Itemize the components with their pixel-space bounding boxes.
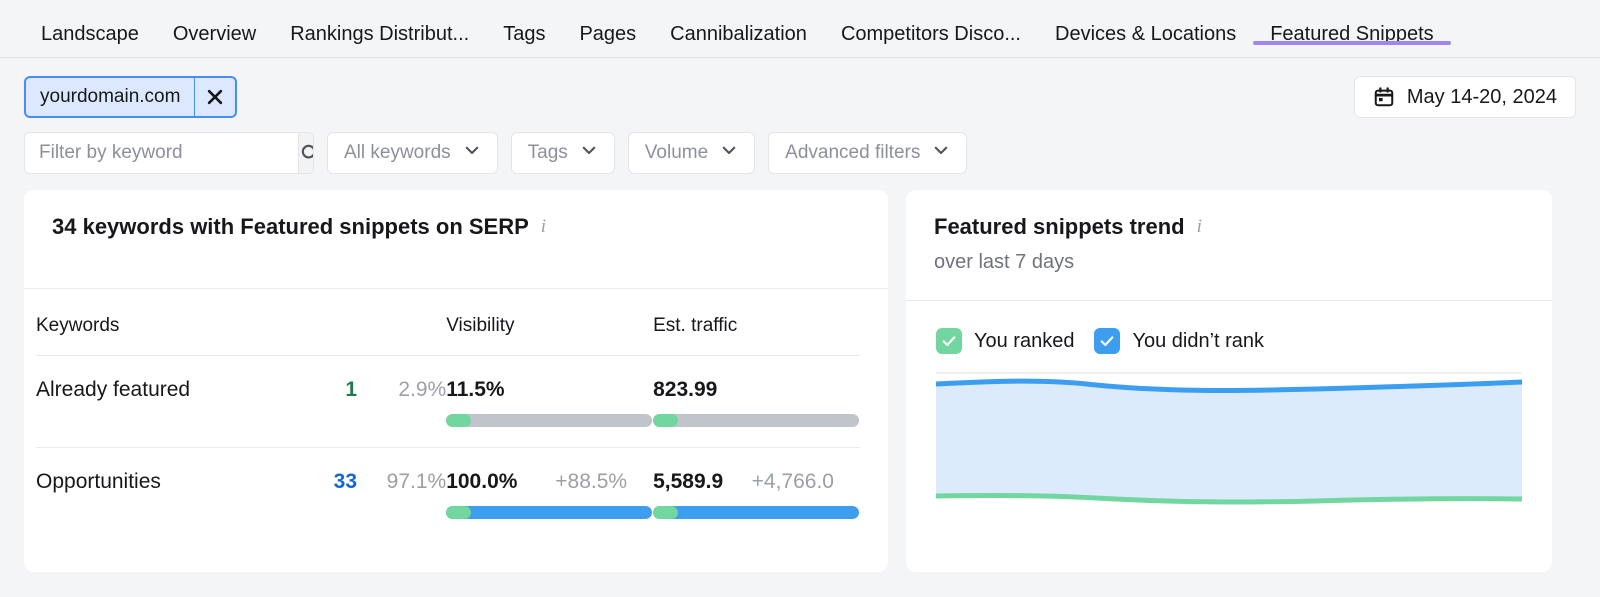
left-card-header: 34 keywords with Featured snippets on SE…	[24, 190, 888, 240]
nav-tab-tags[interactable]: Tags	[486, 0, 562, 44]
row-label-opportunities: Opportunities	[36, 470, 161, 493]
nav-tab-rankings-distribution[interactable]: Rankings Distribut...	[273, 0, 486, 44]
column-header-visibility: Visibility	[446, 315, 515, 336]
right-card-header: Featured snippets trend i over last 7 da…	[906, 190, 1552, 274]
row-visibility: 11.5%	[446, 378, 653, 427]
keywords-featured-snippets-card: 34 keywords with Featured snippets on SE…	[24, 190, 888, 572]
row-visibility-value: 100.0%	[446, 470, 518, 493]
table-row[interactable]: Already featured 1 2.9% 11.5% 823.99	[24, 356, 888, 437]
filter-bar: yourdomain.com May 14-20, 2024 Filter by…	[0, 58, 1600, 174]
page-title: 34 keywords with Featured snippets on SE…	[52, 214, 860, 240]
checkbox-checked-icon[interactable]	[1094, 328, 1121, 354]
row-traffic-value: 5,589.9	[653, 470, 724, 493]
chart-legend: You ranked You didn’t rank	[906, 301, 1552, 354]
traffic-progress-bar	[653, 414, 860, 427]
nav-tab-cannibalization[interactable]: Cannibalization	[653, 0, 824, 44]
column-header-count	[304, 289, 358, 333]
row-count[interactable]: 33	[304, 470, 357, 494]
row-share: 97.1%	[386, 470, 447, 493]
chevron-down-icon	[720, 141, 738, 165]
trend-title: Featured snippets trend i	[934, 214, 1524, 240]
featured-snippets-trend-chart	[936, 371, 1522, 511]
column-header-keywords: Keywords	[36, 315, 120, 336]
info-icon[interactable]: i	[541, 216, 546, 238]
row-est-traffic: 823.99	[653, 378, 860, 427]
nav-tab-landscape[interactable]: Landscape	[24, 0, 156, 44]
primary-nav: Landscape Overview Rankings Distribut...…	[0, 0, 1600, 58]
legend-item-you-didnt-rank[interactable]: You didn’t rank	[1094, 328, 1264, 354]
visibility-progress-bar	[446, 506, 653, 519]
dropdown-tags[interactable]: Tags	[510, 132, 615, 174]
dropdown-volume-label: Volume	[644, 142, 709, 163]
chevron-down-icon	[580, 141, 598, 165]
column-header-est-traffic: Est. traffic	[653, 315, 738, 336]
domain-chip-label: yourdomain.com	[26, 78, 196, 116]
legend-label-you-ranked: You ranked	[974, 329, 1075, 352]
filter-controls: All keywords Tags Volume	[24, 132, 1576, 174]
table-body: Already featured 1 2.9% 11.5% 823.99 Opp…	[24, 356, 888, 529]
close-icon[interactable]	[195, 78, 235, 116]
nav-tab-featured-snippets[interactable]: Featured Snippets	[1253, 0, 1452, 45]
trend-title-text: Featured snippets trend	[934, 214, 1185, 239]
search-input[interactable]	[25, 133, 298, 173]
featured-snippets-trend-card: Featured snippets trend i over last 7 da…	[906, 190, 1552, 572]
table-header-row: Keywords Visibility Est. traffic	[24, 289, 888, 355]
checkbox-checked-icon[interactable]	[936, 328, 962, 354]
row-visibility: 100.0% +88.5%	[446, 470, 653, 519]
row-traffic-delta: +4,766.0	[751, 470, 834, 493]
calendar-icon	[1373, 86, 1395, 108]
dropdown-all-keywords[interactable]: All keywords	[327, 132, 498, 174]
table-row[interactable]: Opportunities 33 97.1% 100.0% +88.5% 5,5…	[24, 448, 888, 529]
chevron-down-icon	[932, 141, 950, 165]
row-est-traffic: 5,589.9 +4,766.0	[653, 470, 860, 519]
row-visibility-value: 11.5%	[446, 378, 505, 401]
dropdown-advanced-filters-label: Advanced filters	[785, 142, 921, 163]
left-card-title-text: 34 keywords with Featured snippets on SE…	[52, 214, 529, 239]
traffic-progress-bar	[653, 506, 860, 519]
row-traffic-value: 823.99	[653, 378, 718, 401]
keyword-filter[interactable]	[24, 132, 314, 174]
dropdown-advanced-filters[interactable]: Advanced filters	[768, 132, 968, 174]
row-label-already-featured: Already featured	[36, 378, 191, 401]
nav-tab-devices-locations[interactable]: Devices & Locations	[1038, 0, 1253, 44]
nav-tab-competitors-discovery[interactable]: Competitors Disco...	[824, 0, 1038, 44]
cards-row: 34 keywords with Featured snippets on SE…	[0, 174, 1600, 572]
trend-subtitle: over last 7 days	[934, 251, 1075, 273]
nav-tab-overview[interactable]: Overview	[156, 0, 273, 44]
nav-tab-pages[interactable]: Pages	[562, 0, 653, 44]
legend-label-you-didnt-rank: You didn’t rank	[1132, 329, 1265, 352]
legend-item-you-ranked[interactable]: You ranked	[936, 328, 1074, 354]
dropdown-tags-label: Tags	[527, 142, 568, 163]
visibility-progress-bar	[446, 414, 653, 427]
trend-area-chart-svg	[936, 372, 1522, 505]
area-fill-didnt-rank	[936, 381, 1522, 502]
dropdown-all-keywords-label: All keywords	[344, 142, 451, 163]
info-icon[interactable]: i	[1197, 216, 1202, 238]
featured-snippets-table: Keywords Visibility Est. traffic Already…	[24, 289, 888, 529]
chevron-down-icon	[463, 141, 481, 165]
row-share: 2.9%	[398, 378, 447, 401]
dropdown-volume[interactable]: Volume	[627, 132, 756, 174]
row-visibility-delta: +88.5%	[555, 470, 628, 493]
search-icon[interactable]	[298, 133, 313, 173]
date-range-picker[interactable]: May 14-20, 2024	[1353, 76, 1576, 118]
column-header-share	[357, 289, 446, 333]
domain-chip[interactable]: yourdomain.com	[24, 76, 238, 118]
row-count[interactable]: 1	[304, 378, 357, 402]
date-range-label: May 14-20, 2024	[1406, 85, 1557, 108]
